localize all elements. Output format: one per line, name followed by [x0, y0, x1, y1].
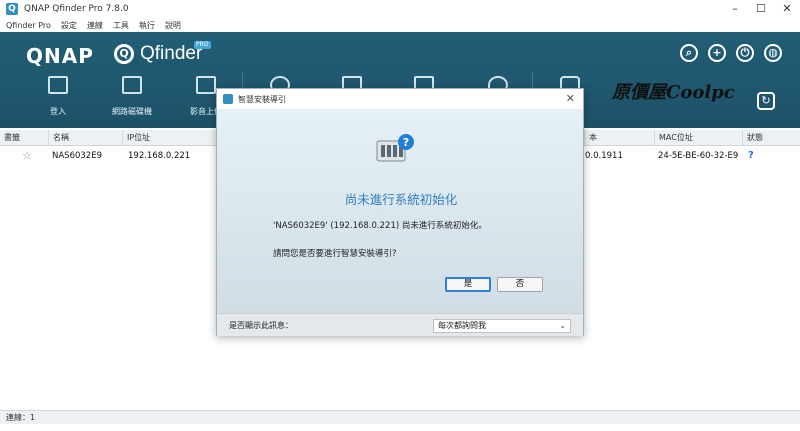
col-version[interactable]: 本: [584, 130, 654, 146]
product-name: Qfinder: [140, 43, 203, 64]
upload-icon: [196, 76, 216, 94]
no-button[interactable]: 否: [497, 277, 543, 292]
qfinder-app-icon: Q: [6, 3, 18, 15]
login-button[interactable]: 登入: [28, 72, 88, 117]
network-drive-button[interactable]: 網路磁碟機: [102, 72, 162, 117]
bookmark-star-icon[interactable]: ☆: [22, 148, 32, 164]
window-controls: – ☐ ✕: [722, 0, 800, 18]
close-button[interactable]: ✕: [774, 0, 800, 18]
title-bar: Q QNAP Qfinder Pro 7.8.0 – ☐ ✕: [0, 0, 800, 18]
status-unknown-icon[interactable]: ?: [748, 148, 754, 164]
col-ip[interactable]: IP位址: [122, 130, 218, 146]
menu-connect[interactable]: 連線: [87, 20, 103, 31]
login-icon: [48, 76, 68, 94]
dialog-question: 請問您是否要進行智慧安裝導引?: [273, 249, 397, 259]
dialog-heading: 尚未進行系統初始化: [344, 192, 458, 207]
menu-tools[interactable]: 工具: [113, 20, 129, 31]
menu-run[interactable]: 執行: [139, 20, 155, 31]
add-icon[interactable]: +: [708, 44, 726, 62]
device-ip: 192.168.0.221: [128, 151, 191, 161]
nas-question-icon: ?: [376, 134, 414, 162]
chevron-down-icon: ⌄: [559, 321, 566, 330]
power-icon[interactable]: ⏻: [736, 44, 754, 62]
dialog-close-icon[interactable]: ✕: [566, 92, 575, 105]
globe-icon[interactable]: ◍: [764, 44, 782, 62]
show-message-select[interactable]: 每次都詢問我 ⌄: [433, 319, 571, 333]
pro-badge: PRO: [194, 41, 211, 49]
folder-icon: [122, 76, 142, 94]
device-mac: 24-5E-BE-60-32-E9: [658, 151, 739, 161]
smart-install-dialog: 智慧安裝導引 ✕ ? 尚未進行系統初始化 'NAS6032E9' (192.16…: [216, 88, 584, 336]
minimize-button[interactable]: –: [722, 0, 748, 18]
col-status[interactable]: 狀態: [742, 130, 800, 146]
status-bar: 連線：1: [0, 410, 800, 424]
dialog-footer: 是否顯示此訊息： 每次都詢問我 ⌄: [217, 313, 583, 336]
col-bookmark[interactable]: 書籤: [0, 130, 48, 146]
menu-help[interactable]: 說明: [165, 20, 181, 31]
refresh-icon[interactable]: ↻: [757, 92, 775, 110]
qfinder-logo-icon: Q: [114, 44, 134, 64]
header-actions: ⌕ + ⏻ ◍: [670, 44, 782, 62]
watermark-logo: 原價屋Coolpc: [612, 82, 735, 103]
dialog-title-bar: 智慧安裝導引 ✕: [217, 89, 583, 109]
search-icon[interactable]: ⌕: [680, 44, 698, 62]
qnap-logo: QNAP: [26, 44, 94, 68]
col-name[interactable]: 名稱: [48, 130, 122, 146]
svg-text:?: ?: [403, 136, 409, 149]
menu-bar: Qfinder Pro 設定 連線 工具 執行 說明: [0, 18, 800, 32]
menu-settings[interactable]: 設定: [61, 20, 77, 31]
window-title: QNAP Qfinder Pro 7.8.0: [24, 4, 129, 14]
dialog-message: 'NAS6032E9' (192.168.0.221) 尚未進行系統初始化。: [273, 221, 487, 231]
show-message-value: 每次都詢問我: [438, 321, 486, 330]
show-message-label: 是否顯示此訊息：: [229, 321, 293, 330]
col-mac[interactable]: MAC位址: [654, 130, 742, 146]
device-version: 0.0.1911: [585, 151, 623, 161]
device-name: NAS6032E9: [52, 151, 102, 161]
menu-qfinder-pro[interactable]: Qfinder Pro: [6, 21, 51, 30]
dialog-app-icon: [223, 94, 233, 104]
yes-button[interactable]: 是: [445, 277, 491, 292]
dialog-title: 智慧安裝導引: [238, 94, 286, 104]
maximize-button[interactable]: ☐: [748, 0, 774, 18]
